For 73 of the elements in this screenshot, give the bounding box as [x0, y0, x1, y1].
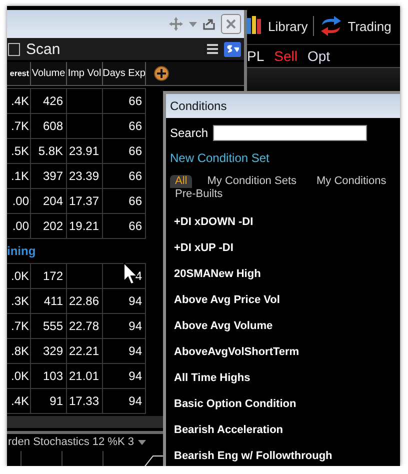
scan-title: Scan [26, 40, 62, 58]
table-cell: 66 [103, 89, 146, 113]
table-cell: 94 [103, 314, 146, 338]
table-cell: .8K [7, 339, 31, 363]
study-label: rden Stochastics 12 %K 3 [8, 436, 134, 448]
table-cell: 66 [103, 189, 146, 213]
table-cell: 22.21 [67, 339, 103, 363]
table-cell: 66 [103, 114, 146, 138]
table-cell: .4K [7, 89, 31, 113]
table-cell: 411 [31, 289, 67, 313]
table-cell: .7K [7, 314, 31, 338]
tab[interactable]: My Conditions [312, 175, 392, 188]
table-cell: 94 [103, 364, 146, 388]
condition-item[interactable]: Above Avg Volume [174, 313, 400, 339]
toolbar-button[interactable]: Trading [316, 15, 394, 37]
table-cell: 103 [31, 364, 67, 388]
condition-item[interactable]: AboveAvgVolShortTerm [174, 339, 400, 365]
table-cell: 204 [31, 189, 67, 213]
table-cell: 608 [31, 114, 67, 138]
table-cell: 94 [103, 289, 146, 313]
tab[interactable]: Pre-Builts [170, 188, 228, 201]
column-header[interactable]: Imp Vol [67, 62, 103, 85]
order-link[interactable]: Sell [274, 48, 298, 64]
table-cell: 5.8K [31, 139, 67, 163]
table-cell: 202 [31, 214, 67, 238]
column-header[interactable]: Days Exp [103, 62, 146, 85]
condition-item[interactable]: +DI xUP -DI [174, 235, 400, 261]
order-link[interactable]: PL [247, 48, 264, 64]
column-header[interactable]: erest [7, 62, 31, 85]
condition-item[interactable]: 20SMANew High [174, 261, 400, 287]
condition-item[interactable]: +DI xDOWN -DI [174, 209, 400, 235]
table-cell: 555 [31, 314, 67, 338]
tab[interactable]: All [170, 175, 192, 188]
table-cell: 426 [31, 89, 67, 113]
table-cell: .00 [7, 189, 31, 213]
table-cell: 66 [103, 139, 146, 163]
table-cell: 329 [31, 339, 67, 363]
table-cell: .4K [7, 389, 31, 413]
toolbar-button[interactable]: Library [245, 16, 310, 36]
table-cell: .1K [7, 164, 31, 188]
table-cell: 172 [31, 264, 67, 288]
condition-item[interactable]: All Time Highs [174, 365, 400, 391]
condition-item[interactable]: Bearish Acceleration [174, 417, 400, 443]
table-cell: .5K [7, 139, 31, 163]
table-cell: 66 [103, 214, 146, 238]
new-condition-set-link[interactable]: New Condition Set [170, 151, 270, 165]
table-cell: 19.21 [67, 214, 103, 238]
search-label: Search [170, 126, 208, 140]
table-cell: 66 [103, 164, 146, 188]
table-cell: 21.01 [67, 364, 103, 388]
table-cell: .7K [7, 114, 31, 138]
table-cell: 17.37 [67, 189, 103, 213]
table-cell: 397 [31, 164, 67, 188]
table-cell: .0K [7, 364, 31, 388]
table-cell: 94 [103, 389, 146, 413]
table-cell: 23.91 [67, 139, 103, 163]
table-cell: .00 [7, 214, 31, 238]
table-cell: 91 [31, 389, 67, 413]
order-link[interactable]: Opt [307, 48, 330, 64]
condition-item[interactable]: Above Avg Price Vol [174, 287, 400, 313]
table-cell: 22.86 [67, 289, 103, 313]
window-title: Conditions [166, 94, 400, 118]
column-header[interactable]: Volume [31, 62, 67, 85]
table-cell: .3K [7, 289, 31, 313]
group-title: ining [7, 243, 36, 260]
table-cell: 94 [103, 339, 146, 363]
condition-item[interactable]: Bearish Eng w/ Followthrough [174, 443, 400, 466]
table-cell: 23.39 [67, 164, 103, 188]
table-cell: 17.33 [67, 389, 103, 413]
table-cell: .0K [7, 264, 31, 288]
tab[interactable]: My Condition Sets [202, 175, 302, 188]
table-cell: 22.78 [67, 314, 103, 338]
condition-item[interactable]: Basic Option Condition [174, 391, 400, 417]
